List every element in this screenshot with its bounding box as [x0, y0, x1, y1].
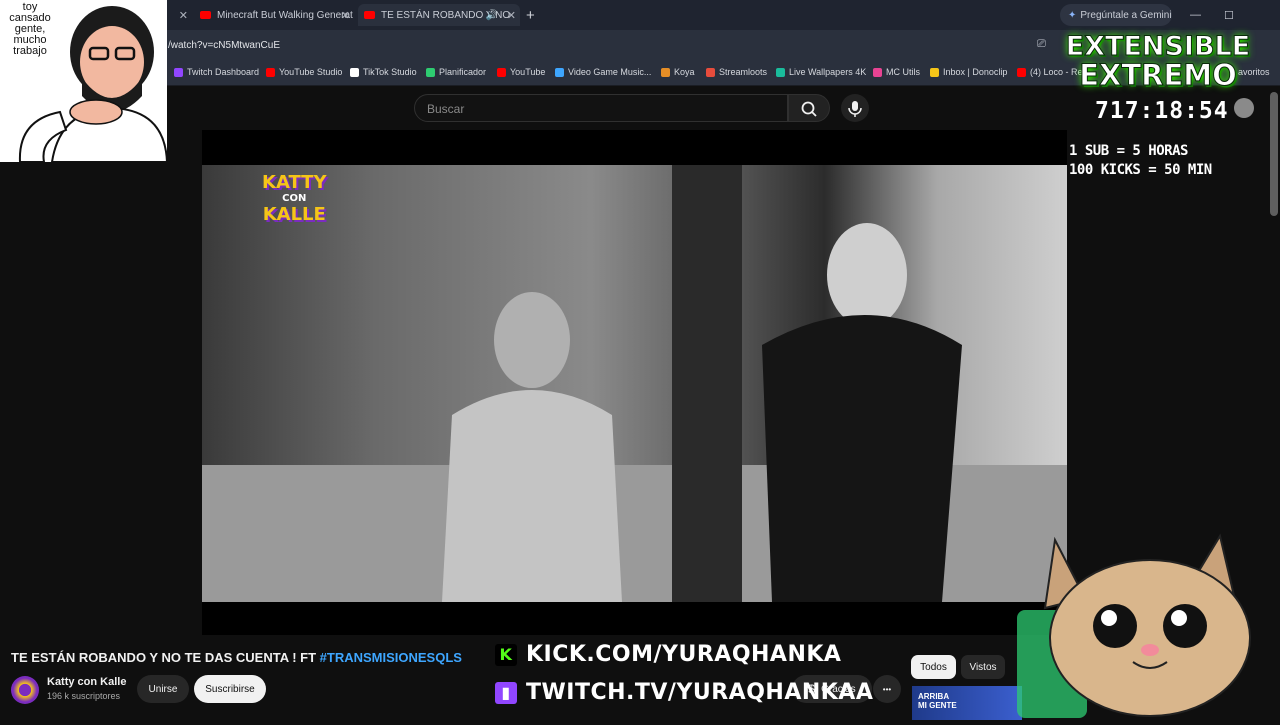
- streamloots-icon: [706, 67, 715, 77]
- minimize-button[interactable]: —: [1190, 4, 1201, 26]
- bookmark-donoclip[interactable]: Inbox | Donoclip: [930, 67, 1007, 77]
- tab-minecraft[interactable]: Minecraft But Walking Generat ✕: [196, 4, 354, 26]
- planner-icon: [426, 67, 435, 77]
- microphone-icon: [848, 101, 862, 117]
- filter-chip-all[interactable]: Todos: [911, 655, 956, 679]
- speaker-icon[interactable]: 🔊: [486, 10, 498, 21]
- bookmark-tiktok-studio[interactable]: TikTok Studio: [350, 67, 417, 77]
- video-frame[interactable]: KATTY CON KALLE: [202, 165, 1067, 602]
- cat-icon: [1234, 98, 1254, 118]
- youtube-icon: [1017, 67, 1026, 77]
- tab-close-previous[interactable]: ✕: [170, 4, 192, 26]
- bookmark-planificador[interactable]: Planificador: [426, 67, 486, 77]
- youtube-icon: [266, 67, 275, 77]
- channel-watermark-logo: KATTY CON KALLE: [262, 172, 327, 225]
- hashtag-link[interactable]: #TRANSMISIONESQLS: [320, 650, 462, 665]
- page-scrollbar[interactable]: [1270, 92, 1278, 216]
- maximize-button[interactable]: ☐: [1224, 4, 1234, 26]
- video-title: TE ESTÁN ROBANDO Y NO TE DAS CUENTA ! FT…: [11, 650, 462, 665]
- youtube-icon: [497, 67, 506, 77]
- bookmark-twitch-dashboard[interactable]: Twitch Dashboard: [174, 67, 259, 77]
- cat-mascot-icon: [1017, 533, 1251, 718]
- url-text[interactable]: /watch?v=cN5MtwanCuE: [168, 40, 280, 51]
- filter-chip-watched[interactable]: Vistos: [961, 655, 1005, 679]
- wallpaper-icon: [776, 67, 785, 77]
- cast-icon[interactable]: ⎚: [1037, 38, 1046, 51]
- bookmark-video-game-music[interactable]: Video Game Music...: [555, 67, 651, 77]
- youtube-favicon-icon: [364, 11, 375, 19]
- bookmark-live-wallpapers[interactable]: Live Wallpapers 4K: [776, 67, 866, 77]
- mc-utils-icon: [873, 67, 882, 77]
- search-button[interactable]: [788, 94, 830, 122]
- tab-title: Minecraft But Walking Generat: [217, 9, 353, 21]
- youtube-favicon-icon: [200, 11, 211, 19]
- donoclip-icon: [930, 67, 939, 77]
- more-actions-button[interactable]: •••: [873, 675, 901, 703]
- channel-name[interactable]: Katty con Kalle: [47, 676, 126, 688]
- subscribe-button[interactable]: Suscribirse: [194, 675, 266, 703]
- related-video-thumbnail[interactable]: ARRIBA MI GENTE: [912, 686, 1022, 720]
- bookmark-koya[interactable]: Koya: [661, 67, 695, 77]
- music-icon: [555, 67, 564, 77]
- kick-channel-banner: K KICK.COM/YURAQHANKA: [495, 642, 841, 667]
- kick-icon: K: [495, 643, 517, 666]
- search-input[interactable]: Buscar: [414, 94, 788, 122]
- twitch-icon: [174, 67, 183, 77]
- search-icon: [801, 101, 817, 117]
- stream-brand-logo: EXTENSIBLE EXTREMO: [1065, 31, 1251, 92]
- browser-tab-bar: ✕ Minecraft But Walking Generat ✕ TE EST…: [0, 0, 1280, 30]
- close-icon[interactable]: ✕: [341, 9, 350, 22]
- voice-search-button[interactable]: [841, 94, 869, 122]
- channel-avatar[interactable]: [11, 676, 39, 704]
- subscriber-count: 196 k suscriptores: [47, 691, 121, 701]
- bookmark-youtube-studio[interactable]: YouTube Studio: [266, 67, 342, 77]
- sparkle-icon: ✦: [1068, 9, 1077, 21]
- twitch-channel-banner: ▮ TWITCH.TV/YURAQHANKAA: [495, 680, 873, 705]
- subathon-rule-kicks: 100 KICKS = 50 MIN: [1069, 162, 1212, 178]
- join-button[interactable]: Unirse: [137, 675, 189, 703]
- bookmark-streamloots[interactable]: Streamloots: [706, 67, 767, 77]
- cat-mascot-overlay: [1015, 528, 1270, 720]
- tiktok-icon: [350, 67, 359, 77]
- new-tab-button[interactable]: +: [526, 4, 542, 26]
- subathon-timer: 717:18:54: [1095, 98, 1229, 124]
- gemini-button[interactable]: ✦ Pregúntale a Gemini: [1060, 4, 1172, 26]
- video-scene: [202, 165, 1067, 602]
- bookmark-mc-utils[interactable]: MC Utils: [873, 67, 920, 77]
- twitch-icon: ▮: [495, 681, 517, 704]
- koya-icon: [661, 67, 670, 77]
- close-icon[interactable]: ✕: [507, 9, 516, 22]
- bookmark-youtube[interactable]: YouTube: [497, 67, 545, 77]
- tab-current-video[interactable]: TE ESTÁN ROBANDO Y NO 🔊 ✕: [358, 4, 520, 26]
- subathon-rule-subs: 1 SUB = 5 HORAS: [1069, 143, 1188, 159]
- streamer-avatar-overlay: toy cansado gente, mucho trabajo: [0, 0, 167, 162]
- avatar-caption: toy cansado gente, mucho trabajo: [9, 1, 51, 57]
